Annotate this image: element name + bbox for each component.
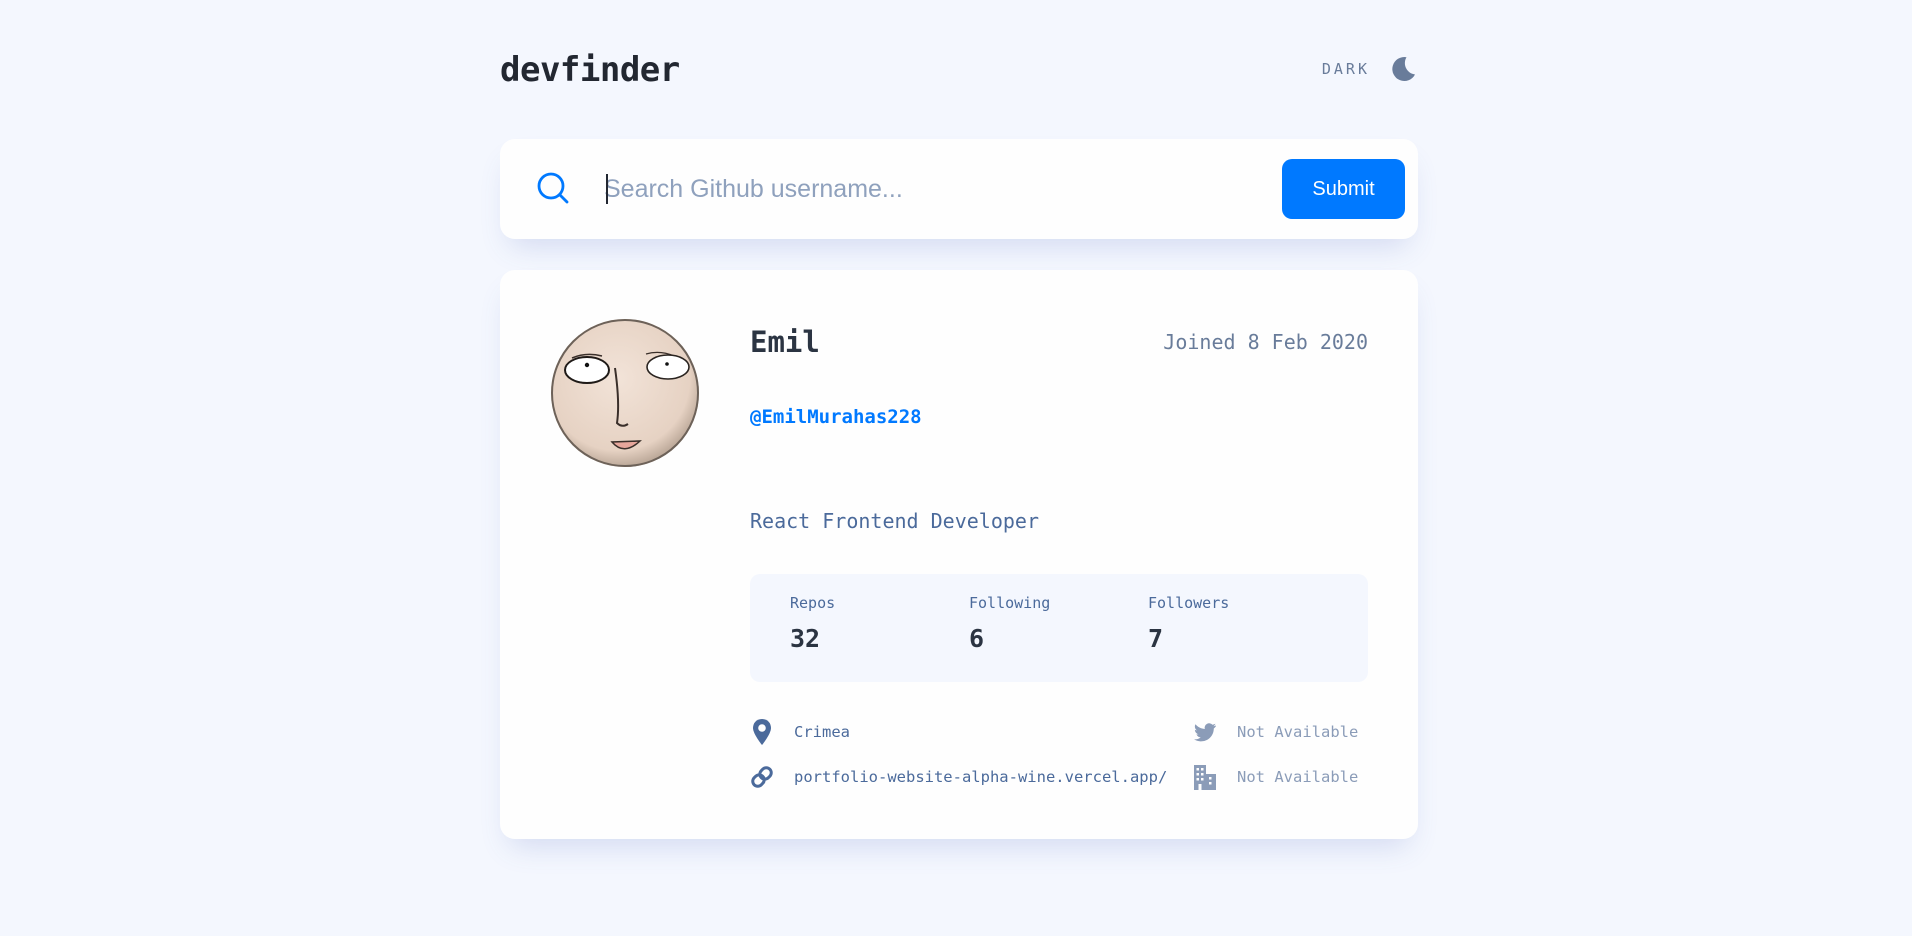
stat-following-label: Following [969, 594, 1051, 612]
website-item: portfolio-website-alpha-wine.vercel.app/ [750, 762, 1167, 792]
joined-date: Joined 8 Feb 2020 [1163, 330, 1368, 354]
theme-toggle-button[interactable]: DARK [1322, 54, 1418, 84]
text-cursor [606, 174, 608, 204]
stat-followers-label: Followers [1148, 594, 1230, 612]
stat-repos-value: 32 [790, 624, 821, 653]
stat-repos-label: Repos [790, 594, 836, 612]
theme-toggle-label[interactable]: DARK [1322, 60, 1370, 78]
app-logo: devfinder [500, 50, 680, 90]
moon-icon[interactable] [1388, 54, 1418, 84]
stat-followers: Followers 7 [1148, 594, 1229, 653]
building-icon [1194, 765, 1216, 790]
profile-name: Emil [750, 325, 820, 359]
profile-username-link[interactable]: @EmilMurahas228 [750, 406, 922, 428]
submit-button[interactable]: Submit [1282, 159, 1405, 219]
location-item: Crimea [750, 717, 850, 747]
twitter-icon [1194, 723, 1216, 742]
website-link[interactable]: portfolio-website-alpha-wine.vercel.app/ [794, 768, 1167, 786]
twitter-item: Not Available [1193, 717, 1358, 747]
header: devfinder DARK [500, 46, 1418, 94]
link-icon [751, 766, 773, 788]
stat-repos: Repos 32 [790, 594, 835, 653]
profile-card: Emil Joined 8 Feb 2020 @EmilMurahas228 R… [500, 270, 1418, 839]
stat-followers-value: 7 [1148, 624, 1164, 653]
location-pin-icon [753, 719, 771, 745]
search-icon [537, 172, 569, 204]
search-input[interactable] [604, 167, 1244, 211]
search-bar: Submit [500, 139, 1418, 239]
stat-following: Following 6 [969, 594, 1050, 653]
profile-bio: React Frontend Developer [750, 509, 1039, 533]
stats-panel: Repos 32 Following 6 Followers 7 [750, 574, 1368, 682]
twitter-text: Not Available [1237, 723, 1359, 741]
company-item: Not Available [1193, 762, 1358, 792]
avatar-image [551, 319, 699, 467]
avatar [550, 318, 700, 468]
company-text: Not Available [1237, 768, 1359, 786]
stat-following-value: 6 [969, 624, 985, 653]
location-text: Crimea [794, 723, 850, 741]
